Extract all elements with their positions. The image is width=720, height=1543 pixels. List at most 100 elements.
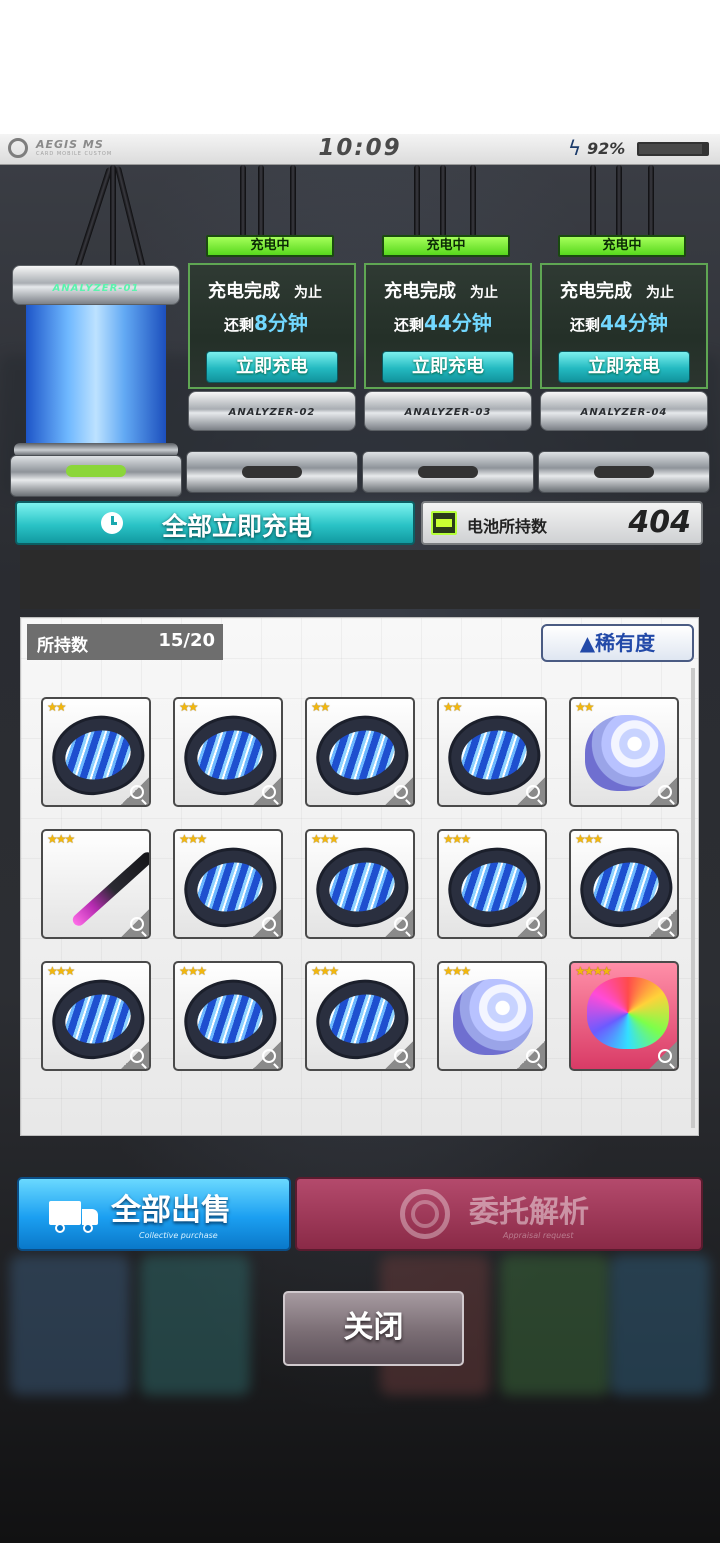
inventory-item[interactable]: ★★★ <box>173 961 283 1071</box>
remaining-time-text: 还剩44分钟 <box>570 307 668 336</box>
rarity-stars: ★★★ <box>179 832 207 846</box>
battery-icon <box>431 511 457 535</box>
inventory-scrollbar[interactable] <box>691 668 695 1128</box>
zoom-icon[interactable] <box>517 909 545 937</box>
charge-complete-suffix: 为止 <box>470 285 498 301</box>
zoom-icon[interactable] <box>649 777 677 805</box>
zoom-icon[interactable] <box>649 909 677 937</box>
battery-stock-label: 电池所持数 <box>467 517 548 536</box>
inventory-item[interactable]: ★★ <box>437 697 547 807</box>
charge-complete-label: 充电完成 <box>384 281 456 302</box>
inventory-item[interactable]: ★★★ <box>41 829 151 939</box>
inventory-item[interactable]: ★★★ <box>305 961 415 1071</box>
charge-complete-suffix: 为止 <box>294 285 322 301</box>
charging-bolt-icon: ϟ <box>568 136 582 160</box>
charge-complete-text: 充电完成 为止 <box>208 277 322 303</box>
inventory-item[interactable]: ★★ <box>41 697 151 807</box>
rarity-stars: ★★ <box>575 700 594 714</box>
rarity-stars: ★★ <box>179 700 198 714</box>
rarity-stars: ★★ <box>443 700 462 714</box>
inventory-item[interactable]: ★★★ <box>437 961 547 1071</box>
rarity-stars: ★★★ <box>575 832 603 846</box>
charge-complete-label: 充电完成 <box>208 281 280 302</box>
sell-all-sublabel: Collective purchase <box>139 1231 218 1240</box>
remaining-time: 44分钟 <box>600 311 668 335</box>
charging-status-tag: 充电中 <box>206 235 334 257</box>
rarity-stars: ★★★ <box>443 964 471 978</box>
remaining-time: 8分钟 <box>254 311 308 335</box>
analyzer-03-label: ANALYZER-03 <box>404 407 492 418</box>
rarity-stars: ★★★ <box>311 832 339 846</box>
sell-all-button[interactable]: 全部出售 Collective purchase <box>17 1177 291 1251</box>
zoom-icon[interactable] <box>121 909 149 937</box>
appraise-label: 委托解析 <box>469 1195 589 1230</box>
inventory-item[interactable]: ★★ <box>305 697 415 807</box>
charge-complete-label: 充电完成 <box>560 281 632 302</box>
zoom-icon[interactable] <box>385 1041 413 1069</box>
charge-now-button[interactable]: 立即充电 <box>558 351 690 383</box>
zoom-icon[interactable] <box>253 777 281 805</box>
zoom-icon[interactable] <box>517 777 545 805</box>
charge-complete-text: 充电完成 为止 <box>560 277 674 303</box>
appraise-request-button[interactable]: 委托解析 Appraisal request <box>295 1177 703 1251</box>
battery-stock-panel: 电池所持数 404 <box>421 501 703 545</box>
charging-status-tag: 充电中 <box>558 235 686 257</box>
zoom-icon[interactable] <box>517 1041 545 1069</box>
inventory-item[interactable]: ★★★★ <box>569 961 679 1071</box>
appraise-sublabel: Appraisal request <box>503 1231 574 1240</box>
rarity-stars: ★★★ <box>47 964 75 978</box>
owned-label: 所持数 <box>37 636 88 656</box>
inventory-item[interactable]: ★★ <box>173 697 283 807</box>
rarity-stars: ★★★ <box>47 832 75 846</box>
rainbow-shell-icon <box>587 977 669 1049</box>
inventory-item[interactable]: ★★★ <box>437 829 547 939</box>
rarity-stars: ★★★ <box>179 964 207 978</box>
battery-level-fill <box>639 144 702 154</box>
analyze-ring-inner <box>411 1200 439 1228</box>
battery-stock-count: 404 <box>628 505 691 540</box>
inventory-item[interactable]: ★★★ <box>41 961 151 1071</box>
charge-complete-text: 充电完成 为止 <box>384 277 498 303</box>
rarity-stars: ★★ <box>311 700 330 714</box>
zoom-icon[interactable] <box>253 1041 281 1069</box>
close-button[interactable]: 关闭 <box>283 1291 464 1366</box>
owned-value: 15/20 <box>158 630 215 651</box>
analyzer-04-label: ANALYZER-04 <box>580 407 668 418</box>
battery-level-bar <box>637 142 709 156</box>
rarity-stars: ★★★ <box>443 832 471 846</box>
inventory-item[interactable]: ★★★ <box>305 829 415 939</box>
charge-all-label: 全部立即充电 <box>161 512 312 541</box>
charge-now-button[interactable]: 立即充电 <box>382 351 514 383</box>
zoom-icon[interactable] <box>121 777 149 805</box>
analyzer-01-label: ANALYZER-01 <box>52 283 140 294</box>
remaining-prefix: 还剩 <box>570 316 601 334</box>
inventory-item[interactable]: ★★ <box>569 697 679 807</box>
zoom-icon[interactable] <box>121 1041 149 1069</box>
analyzer-02-label: ANALYZER-02 <box>228 407 316 418</box>
zoom-icon[interactable] <box>385 777 413 805</box>
inventory-item[interactable]: ★★★ <box>173 829 283 939</box>
charge-all-button[interactable]: 全部立即充电 <box>15 501 415 545</box>
zoom-icon[interactable] <box>649 1041 677 1069</box>
rarity-stars: ★★★ <box>311 964 339 978</box>
charge-now-button[interactable]: 立即充电 <box>206 351 338 383</box>
battery-percent: 92% <box>587 139 626 158</box>
rarity-stars: ★★ <box>47 700 66 714</box>
zoom-icon[interactable] <box>253 909 281 937</box>
remaining-prefix: 还剩 <box>224 316 255 334</box>
inventory-item[interactable]: ★★★ <box>569 829 679 939</box>
charging-status-tag: 充电中 <box>382 235 510 257</box>
sell-all-label: 全部出售 <box>111 1193 231 1228</box>
owned-count-box: 所持数 15/20 <box>27 624 223 660</box>
sort-rarity-button[interactable]: ▲稀有度 <box>541 624 694 662</box>
status-bar: AEGIS MS CARD MOBILE CUSTOM 10:09 ϟ 92% <box>0 134 720 165</box>
remaining-time-text: 还剩44分钟 <box>394 307 492 336</box>
remaining-prefix: 还剩 <box>394 316 425 334</box>
zoom-icon[interactable] <box>385 909 413 937</box>
message-band <box>20 550 700 609</box>
charge-complete-suffix: 为止 <box>646 285 674 301</box>
rarity-stars: ★★★★ <box>575 964 612 978</box>
inventory-panel: 所持数 15/20 ▲稀有度 ★★ ★★ ★★ ★★ ★★ ★★★ ★★★ ★★★ ★★★ ★★★… <box>20 617 699 1136</box>
remaining-time: 44分钟 <box>424 311 492 335</box>
remaining-time-text: 还剩8分钟 <box>224 307 308 336</box>
